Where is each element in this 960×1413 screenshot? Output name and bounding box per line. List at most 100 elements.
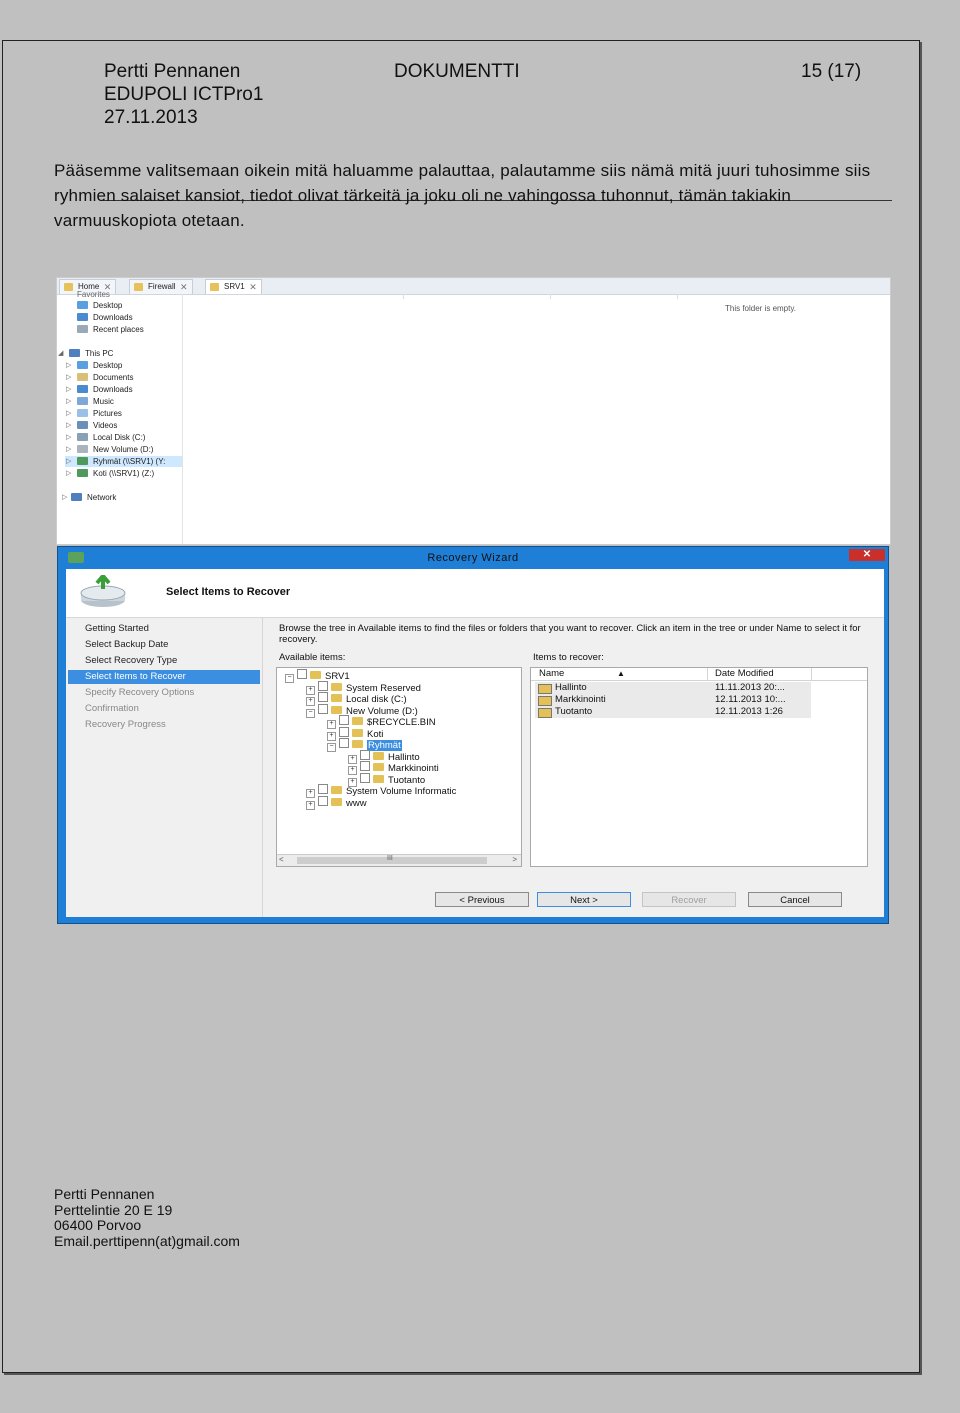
chevron-right-icon[interactable]: ▷: [66, 444, 71, 455]
column-name[interactable]: Name: [539, 668, 564, 680]
header-author: Pertti Pennanen: [104, 61, 241, 82]
footer-street: Perttelintie 20 E 19: [54, 1201, 173, 1218]
items-to-recover-label: Items to recover:: [533, 652, 604, 663]
step-specify-recovery-options: Specify Recovery Options: [85, 687, 195, 698]
folder-icon: [373, 751, 384, 760]
nav-this-pc[interactable]: ◢ This PC: [58, 348, 113, 359]
checkbox[interactable]: [360, 761, 370, 771]
folder-icon: [134, 283, 143, 291]
step-confirmation: Confirmation: [85, 703, 139, 714]
desktop-icon: [77, 361, 88, 369]
nav-favorites[interactable]: Favorites: [77, 289, 110, 300]
folder-checkbox-icon[interactable]: [538, 708, 552, 718]
explorer-screenshot: Home ✕ Firewall ✕ SRV1 ✕ Favorites Desktop …: [56, 277, 891, 545]
videos-icon: [77, 421, 88, 429]
checkbox[interactable]: [318, 680, 328, 691]
checkbox[interactable]: [339, 738, 349, 748]
checkbox[interactable]: [339, 726, 349, 737]
step-select-items-to-recover[interactable]: Select Items to Recover: [68, 670, 260, 684]
nav-pc-documents[interactable]: ▷ Documents: [66, 372, 133, 383]
network-icon: [71, 493, 82, 501]
wizard-header: Select Items to Recover: [66, 569, 884, 618]
computer-icon: [69, 349, 80, 357]
folder-checkbox-icon[interactable]: [538, 696, 552, 706]
folder-icon: [310, 671, 321, 679]
checkbox[interactable]: [318, 795, 328, 806]
close-icon[interactable]: ✕: [180, 280, 188, 294]
folder-icon: [352, 728, 363, 737]
nav-pc-new-volume[interactable]: ▷ New Volume (D:): [66, 444, 153, 455]
list-header: Name ▲ Date Modified: [531, 668, 867, 681]
tab-firewall[interactable]: Firewall ✕: [129, 279, 193, 294]
folder-checkbox-icon[interactable]: [538, 684, 552, 694]
chevron-right-icon[interactable]: ▷: [62, 492, 67, 503]
list-item[interactable]: Markkinointi 12.11.2013 10:...: [535, 694, 811, 706]
empty-folder-message: This folder is empty.: [725, 304, 796, 313]
nav-pc-pictures[interactable]: ▷ Pictures: [66, 408, 122, 419]
chevron-right-icon[interactable]: ▷: [66, 468, 71, 479]
checkbox[interactable]: [297, 669, 307, 679]
step-recovery-progress: Recovery Progress: [85, 719, 166, 730]
scroll-grip: III: [387, 855, 393, 862]
chevron-right-icon[interactable]: ▷: [66, 360, 71, 371]
chevron-right-icon[interactable]: ▷: [66, 408, 71, 419]
folder-icon: [373, 774, 384, 783]
checkbox[interactable]: [318, 703, 328, 714]
folder-icon: [373, 763, 384, 771]
checkbox[interactable]: [318, 692, 328, 702]
chevron-right-icon[interactable]: ▷: [66, 396, 71, 407]
music-icon: [77, 397, 88, 405]
checkbox[interactable]: [339, 715, 349, 725]
previous-button[interactable]: < Previous: [435, 892, 529, 907]
documents-icon: [77, 373, 88, 381]
nav-pc-koti[interactable]: ▷ Koti (\\SRV1) (Z:): [66, 468, 154, 479]
recover-button[interactable]: Recover: [642, 892, 736, 907]
nav-downloads[interactable]: Downloads: [77, 312, 133, 323]
scroll-left-icon[interactable]: <: [279, 855, 284, 864]
collapse-icon[interactable]: −: [285, 674, 294, 683]
tab-srv1[interactable]: SRV1 ✕: [205, 279, 262, 294]
collapse-icon[interactable]: −: [306, 708, 315, 718]
column-date-modified[interactable]: Date Modified: [715, 668, 774, 680]
close-button[interactable]: ✕: [849, 549, 885, 561]
nav-pc-music[interactable]: ▷ Music: [66, 396, 114, 407]
nav-pc-downloads[interactable]: ▷ Downloads: [66, 384, 133, 395]
header-date: 27.11.2013: [104, 107, 198, 128]
header-doc-title: DOKUMENTTI: [394, 61, 520, 82]
downloads-icon: [77, 313, 88, 321]
next-button[interactable]: Next >: [537, 892, 631, 907]
nav-pc-ryhmat[interactable]: ▷ Ryhmät (\\SRV1) (Y:: [65, 456, 182, 467]
folder-icon: [331, 797, 342, 806]
header-course: EDUPOLI ICTPro1: [104, 84, 264, 105]
items-to-recover-list[interactable]: Name ▲ Date Modified Hallinto 11.11.2013 …: [530, 667, 868, 867]
footer-name: Pertti Pennanen: [54, 1186, 155, 1202]
nav-recent-places[interactable]: Recent places: [77, 324, 144, 335]
nav-pc-desktop[interactable]: ▷ Desktop: [66, 360, 122, 371]
expand-icon[interactable]: ◢: [58, 348, 63, 359]
expand-icon[interactable]: +: [306, 800, 315, 810]
nav-pc-videos[interactable]: ▷ Videos: [66, 420, 117, 431]
chevron-right-icon[interactable]: ▷: [66, 384, 71, 395]
horizontal-scrollbar[interactable]: < III >: [277, 854, 521, 866]
list-item[interactable]: Hallinto 11.11.2013 20:...: [535, 682, 811, 694]
nav-network[interactable]: ▷ Network: [62, 492, 116, 503]
step-getting-started[interactable]: Getting Started: [68, 622, 260, 636]
scroll-right-icon[interactable]: >: [512, 855, 517, 864]
tree-node[interactable]: + www: [306, 795, 367, 810]
close-icon[interactable]: ✕: [249, 280, 257, 294]
available-items-tree[interactable]: − SRV1 + System Reserved + Local disk (C:) − Ne…: [276, 667, 522, 867]
checkbox[interactable]: [360, 772, 370, 783]
checkbox[interactable]: [318, 784, 328, 794]
nav-pc-local-disk[interactable]: ▷ Local Disk (C:): [66, 432, 145, 443]
step-select-recovery-type[interactable]: Select Recovery Type: [68, 654, 260, 668]
checkbox[interactable]: [360, 749, 370, 760]
chevron-right-icon[interactable]: ▷: [66, 420, 71, 431]
collapse-icon[interactable]: −: [327, 743, 336, 752]
chevron-right-icon[interactable]: ▷: [66, 432, 71, 443]
chevron-right-icon[interactable]: ▷: [66, 456, 71, 467]
cancel-button[interactable]: Cancel: [748, 892, 842, 907]
step-select-backup-date[interactable]: Select Backup Date: [68, 638, 260, 652]
chevron-right-icon[interactable]: ▷: [66, 372, 71, 383]
nav-desktop[interactable]: Desktop: [77, 300, 122, 311]
list-item[interactable]: Tuotanto 12.11.2013 1:26: [535, 706, 811, 718]
